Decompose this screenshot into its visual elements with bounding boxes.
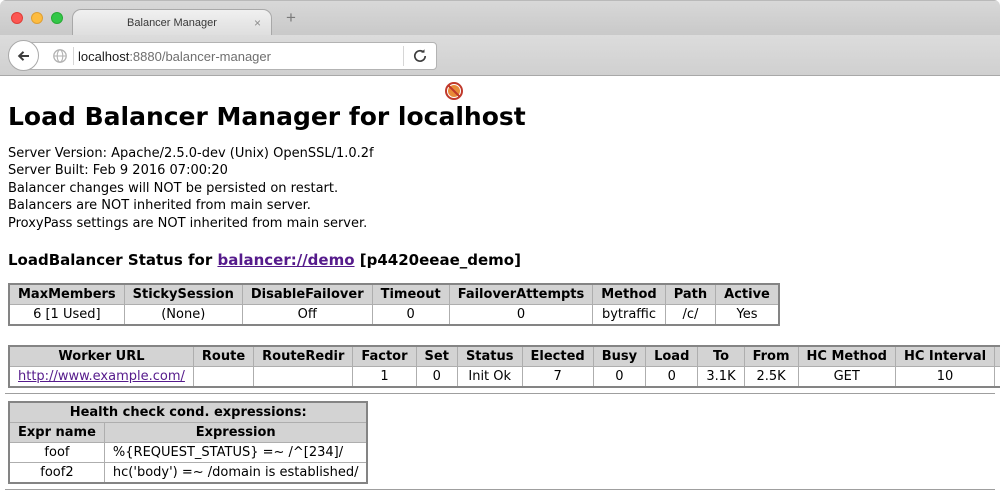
cell-disablefailover: Off xyxy=(242,305,372,326)
cell-method: bytraffic xyxy=(593,305,665,326)
cell-busy: 0 xyxy=(593,367,645,388)
server-version-line: Server Version: Apache/2.5.0-dev (Unix) … xyxy=(8,145,992,162)
col-header: HC Interval xyxy=(895,346,994,367)
col-header: DisableFailover xyxy=(242,284,372,305)
cell-load: 0 xyxy=(646,367,698,388)
cell-factor: 1 xyxy=(353,367,416,388)
cell-timeout: 0 xyxy=(372,305,449,326)
col-header: Passes xyxy=(995,346,1000,367)
heading-suffix: [p4420eeae_demo] xyxy=(355,251,521,269)
back-icon xyxy=(16,48,32,64)
minimize-window-button[interactable] xyxy=(31,12,43,24)
warning-line: ProxyPass settings are NOT inherited fro… xyxy=(8,215,992,232)
cell-failoverattempts: 0 xyxy=(449,305,593,326)
divider xyxy=(5,489,995,490)
cell-path: /c/ xyxy=(665,305,715,326)
cell-hc-interval: 10 xyxy=(895,367,994,388)
window-controls xyxy=(11,12,63,24)
col-header: Expr name xyxy=(9,423,104,443)
cell-from: 2.5K xyxy=(744,367,798,388)
col-header: Active xyxy=(716,284,779,305)
url-bar[interactable]: localhost:8880/balancer-manager xyxy=(24,42,437,70)
col-header: MaxMembers xyxy=(9,284,124,305)
reload-icon xyxy=(412,48,428,64)
cell-expression: hc('body') =~ /domain is established/ xyxy=(104,463,367,484)
col-header: Method xyxy=(593,284,665,305)
reload-button[interactable] xyxy=(403,46,436,66)
table-header-row: Expr name Expression xyxy=(9,423,367,443)
new-tab-button[interactable]: + xyxy=(279,5,303,31)
col-header: Status xyxy=(457,346,522,367)
cell-expression: %{REQUEST_STATUS} =~ /^[234]/ xyxy=(104,443,367,463)
cell-worker-url: http://www.example.com/ xyxy=(9,367,193,388)
table-row: http://www.example.com/ 1 0 Init Ok 7 0 … xyxy=(9,367,1000,388)
cell-set: 0 xyxy=(416,367,457,388)
server-info: Server Version: Apache/2.5.0-dev (Unix) … xyxy=(8,145,992,232)
balancer-status-heading: LoadBalancer Status for balancer://demo … xyxy=(8,251,992,269)
page-title: Load Balancer Manager for localhost xyxy=(8,103,992,131)
warning-line: Balancers are NOT inherited from main se… xyxy=(8,197,992,214)
balancer-settings-table: MaxMembers StickySession DisableFailover… xyxy=(8,283,780,326)
table-row: foof %{REQUEST_STATUS} =~ /^[234]/ xyxy=(9,443,367,463)
col-header: Route xyxy=(193,346,253,367)
cell-route xyxy=(193,367,253,388)
col-header: Path xyxy=(665,284,715,305)
table-header-row: MaxMembers StickySession DisableFailover… xyxy=(9,284,779,305)
col-header: StickySession xyxy=(124,284,242,305)
divider xyxy=(5,393,995,394)
col-header: Elected xyxy=(522,346,593,367)
health-check-table: Health check cond. expressions: Expr nam… xyxy=(8,401,368,484)
table-header-row: Worker URL Route RouteRedir Factor Set S… xyxy=(9,346,1000,367)
close-window-button[interactable] xyxy=(11,12,23,24)
table-row: foof2 hc('body') =~ /domain is establish… xyxy=(9,463,367,484)
tab-title: Balancer Manager xyxy=(127,17,217,29)
url-host: localhost xyxy=(78,49,129,64)
col-header: Timeout xyxy=(372,284,449,305)
cell-active: Yes xyxy=(716,305,779,326)
cell-hc-method: GET xyxy=(798,367,895,388)
heading-prefix: LoadBalancer Status for xyxy=(8,251,217,269)
col-header: Factor xyxy=(353,346,416,367)
tab-bar: Balancer Manager × + xyxy=(0,0,1000,35)
globe-icon xyxy=(49,48,71,64)
col-header: RouteRedir xyxy=(254,346,353,367)
cell-routeredir xyxy=(254,367,353,388)
col-header: Set xyxy=(416,346,457,367)
cell-expr-name: foof xyxy=(9,443,104,463)
balancer-link[interactable]: balancer://demo xyxy=(217,251,354,269)
col-header: Expression xyxy=(104,423,367,443)
url-separator xyxy=(73,47,74,65)
page-content: Load Balancer Manager for localhost Serv… xyxy=(0,77,1000,491)
table-title-row: Health check cond. expressions: xyxy=(9,402,367,423)
cell-passes: 1 (0) xyxy=(995,367,1000,388)
col-header: Worker URL xyxy=(9,346,193,367)
server-built-line: Server Built: Feb 9 2016 07:00:20 xyxy=(8,162,992,179)
url-text[interactable]: localhost:8880/balancer-manager xyxy=(78,49,403,64)
plugin-blocked-icon[interactable] xyxy=(444,81,464,101)
nav-toolbar: localhost:8880/balancer-manager xyxy=(0,35,1000,76)
cell-to: 3.1K xyxy=(698,367,744,388)
col-header: To xyxy=(698,346,744,367)
worker-status-table: Worker URL Route RouteRedir Factor Set S… xyxy=(8,345,1000,388)
cell-status: Init Ok xyxy=(457,367,522,388)
health-table-title: Health check cond. expressions: xyxy=(9,402,367,423)
browser-window: Balancer Manager × + localhost:8880/bala… xyxy=(0,0,1000,491)
cell-elected: 7 xyxy=(522,367,593,388)
cell-maxmembers: 6 [1 Used] xyxy=(9,305,124,326)
back-button[interactable] xyxy=(8,40,39,71)
warning-line: Balancer changes will NOT be persisted o… xyxy=(8,180,992,197)
col-header: Busy xyxy=(593,346,645,367)
col-header: Load xyxy=(646,346,698,367)
table-row: 6 [1 Used] (None) Off 0 0 bytraffic /c/ … xyxy=(9,305,779,326)
zoom-window-button[interactable] xyxy=(51,12,63,24)
tab-close-icon[interactable]: × xyxy=(254,15,261,31)
worker-url-link[interactable]: http://www.example.com/ xyxy=(18,369,185,384)
url-path: :8880/balancer-manager xyxy=(129,49,271,64)
col-header: FailoverAttempts xyxy=(449,284,593,305)
col-header: HC Method xyxy=(798,346,895,367)
col-header: From xyxy=(744,346,798,367)
tab-balancer-manager[interactable]: Balancer Manager × xyxy=(72,9,272,36)
cell-stickysession: (None) xyxy=(124,305,242,326)
cell-expr-name: foof2 xyxy=(9,463,104,484)
